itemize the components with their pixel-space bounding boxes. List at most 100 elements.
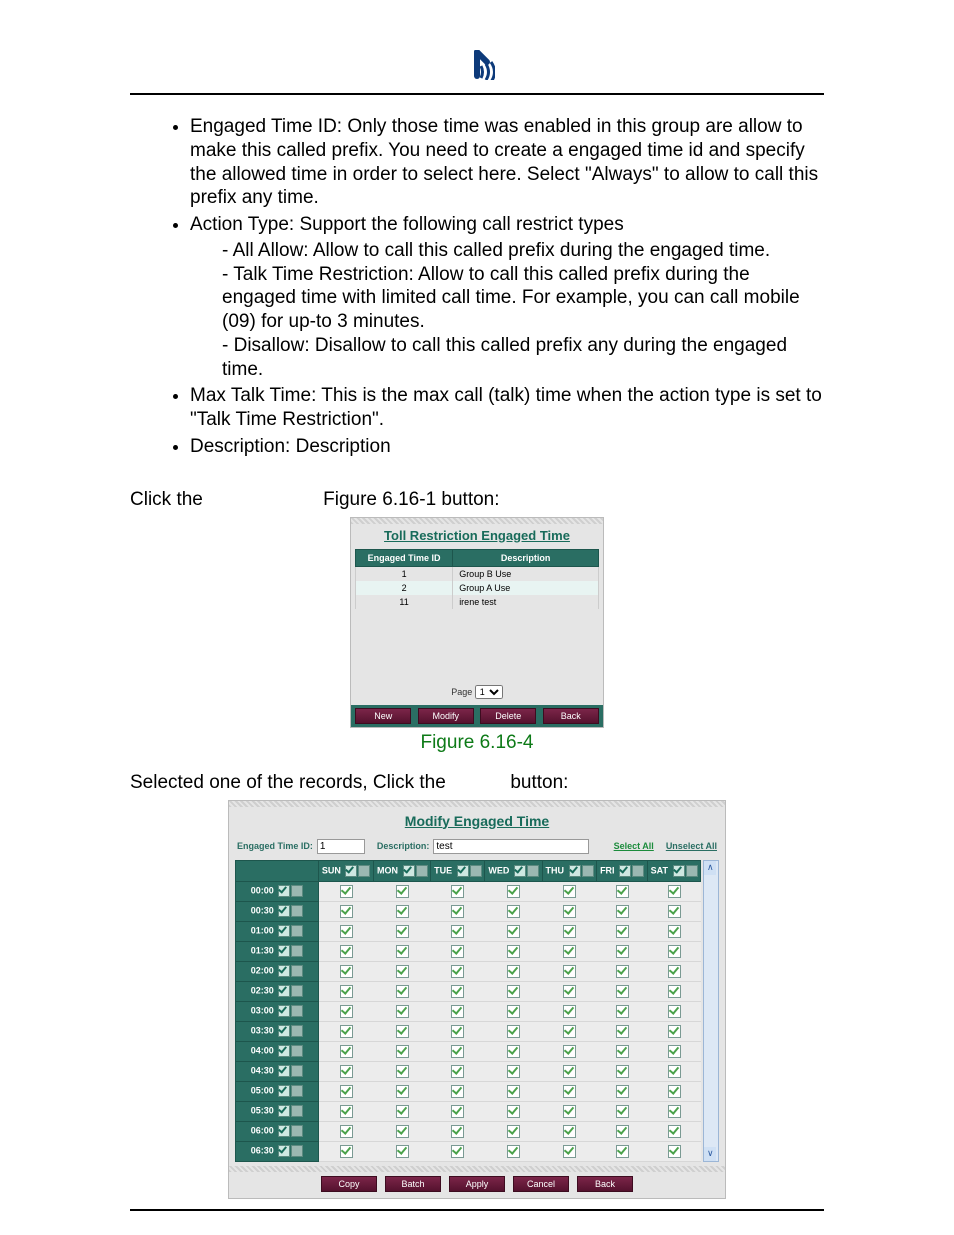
- grid-cell[interactable]: [374, 1021, 431, 1041]
- time-label-cell[interactable]: 02:00: [236, 961, 319, 981]
- grid-cell[interactable]: [431, 941, 485, 961]
- time-label-cell[interactable]: 04:00: [236, 1041, 319, 1061]
- checkbox-icon[interactable]: [396, 1045, 409, 1058]
- checkbox-icon[interactable]: [507, 905, 520, 918]
- grid-cell[interactable]: [319, 881, 374, 901]
- checkbox-icon[interactable]: [396, 945, 409, 958]
- grid-cell[interactable]: [485, 1041, 542, 1061]
- checkbox-icon[interactable]: [668, 945, 681, 958]
- unselect-col-icon[interactable]: [470, 865, 482, 877]
- select-row-icon[interactable]: [278, 1085, 290, 1097]
- grid-cell[interactable]: [542, 1001, 597, 1021]
- time-label-cell[interactable]: 06:30: [236, 1141, 319, 1161]
- checkbox-icon[interactable]: [507, 1145, 520, 1158]
- grid-cell[interactable]: [542, 1061, 597, 1081]
- grid-cell[interactable]: [485, 961, 542, 981]
- checkbox-icon[interactable]: [340, 1065, 353, 1078]
- modify-button[interactable]: Modify: [418, 708, 474, 724]
- select-col-icon[interactable]: [403, 865, 415, 877]
- checkbox-icon[interactable]: [396, 905, 409, 918]
- checkbox-icon[interactable]: [507, 1105, 520, 1118]
- select-row-icon[interactable]: [278, 945, 290, 957]
- checkbox-icon[interactable]: [668, 925, 681, 938]
- grid-cell[interactable]: [374, 1041, 431, 1061]
- unselect-row-icon[interactable]: [291, 905, 303, 917]
- grid-cell[interactable]: [542, 981, 597, 1001]
- select-col-icon[interactable]: [514, 865, 526, 877]
- checkbox-icon[interactable]: [563, 1005, 576, 1018]
- grid-cell[interactable]: [542, 1041, 597, 1061]
- unselect-col-icon[interactable]: [527, 865, 539, 877]
- select-row-icon[interactable]: [278, 1145, 290, 1157]
- checkbox-icon[interactable]: [340, 1085, 353, 1098]
- grid-cell[interactable]: [647, 1081, 701, 1101]
- description-input[interactable]: [433, 839, 589, 854]
- grid-cell[interactable]: [542, 1021, 597, 1041]
- grid-cell[interactable]: [431, 1001, 485, 1021]
- time-label-cell[interactable]: 05:30: [236, 1101, 319, 1121]
- checkbox-icon[interactable]: [340, 1145, 353, 1158]
- checkbox-icon[interactable]: [563, 1025, 576, 1038]
- unselect-row-icon[interactable]: [291, 1085, 303, 1097]
- grid-cell[interactable]: [597, 881, 648, 901]
- grid-cell[interactable]: [597, 981, 648, 1001]
- checkbox-icon[interactable]: [616, 925, 629, 938]
- checkbox-icon[interactable]: [507, 965, 520, 978]
- grid-cell[interactable]: [485, 1121, 542, 1141]
- select-row-icon[interactable]: [278, 1025, 290, 1037]
- unselect-col-icon[interactable]: [416, 865, 428, 877]
- cancel-button[interactable]: Cancel: [513, 1176, 569, 1192]
- time-label-cell[interactable]: 01:00: [236, 921, 319, 941]
- select-row-icon[interactable]: [278, 985, 290, 997]
- grid-cell[interactable]: [431, 921, 485, 941]
- engaged-time-id-input[interactable]: [317, 839, 365, 854]
- checkbox-icon[interactable]: [340, 925, 353, 938]
- checkbox-icon[interactable]: [451, 1085, 464, 1098]
- checkbox-icon[interactable]: [507, 1025, 520, 1038]
- checkbox-icon[interactable]: [668, 1045, 681, 1058]
- checkbox-icon[interactable]: [396, 965, 409, 978]
- grid-cell[interactable]: [542, 881, 597, 901]
- checkbox-icon[interactable]: [616, 985, 629, 998]
- select-row-icon[interactable]: [278, 1105, 290, 1117]
- table-row[interactable]: 2Group A Use: [356, 581, 599, 595]
- checkbox-icon[interactable]: [616, 1045, 629, 1058]
- grid-cell[interactable]: [374, 961, 431, 981]
- checkbox-icon[interactable]: [668, 1125, 681, 1138]
- select-row-icon[interactable]: [278, 1065, 290, 1077]
- checkbox-icon[interactable]: [507, 1125, 520, 1138]
- grid-cell[interactable]: [319, 901, 374, 921]
- grid-cell[interactable]: [485, 941, 542, 961]
- checkbox-icon[interactable]: [507, 1085, 520, 1098]
- grid-cell[interactable]: [597, 1141, 648, 1161]
- grid-cell[interactable]: [597, 961, 648, 981]
- unselect-col-icon[interactable]: [358, 865, 370, 877]
- select-row-icon[interactable]: [278, 925, 290, 937]
- grid-cell[interactable]: [374, 1121, 431, 1141]
- grid-cell[interactable]: [647, 1121, 701, 1141]
- checkbox-icon[interactable]: [451, 1025, 464, 1038]
- col-day[interactable]: TUE: [431, 860, 485, 881]
- checkbox-icon[interactable]: [563, 925, 576, 938]
- delete-button[interactable]: Delete: [480, 708, 536, 724]
- checkbox-icon[interactable]: [451, 965, 464, 978]
- col-day[interactable]: MON: [374, 860, 431, 881]
- checkbox-icon[interactable]: [616, 945, 629, 958]
- grid-cell[interactable]: [374, 1101, 431, 1121]
- checkbox-icon[interactable]: [563, 1065, 576, 1078]
- checkbox-icon[interactable]: [451, 1005, 464, 1018]
- unselect-row-icon[interactable]: [291, 985, 303, 997]
- grid-cell[interactable]: [374, 921, 431, 941]
- checkbox-icon[interactable]: [616, 1125, 629, 1138]
- unselect-row-icon[interactable]: [291, 1025, 303, 1037]
- grid-cell[interactable]: [374, 901, 431, 921]
- select-col-icon[interactable]: [345, 865, 357, 877]
- grid-cell[interactable]: [647, 1021, 701, 1041]
- grid-cell[interactable]: [485, 1081, 542, 1101]
- grid-cell[interactable]: [431, 881, 485, 901]
- checkbox-icon[interactable]: [507, 885, 520, 898]
- checkbox-icon[interactable]: [616, 885, 629, 898]
- checkbox-icon[interactable]: [340, 1105, 353, 1118]
- time-label-cell[interactable]: 00:30: [236, 901, 319, 921]
- grid-cell[interactable]: [647, 1061, 701, 1081]
